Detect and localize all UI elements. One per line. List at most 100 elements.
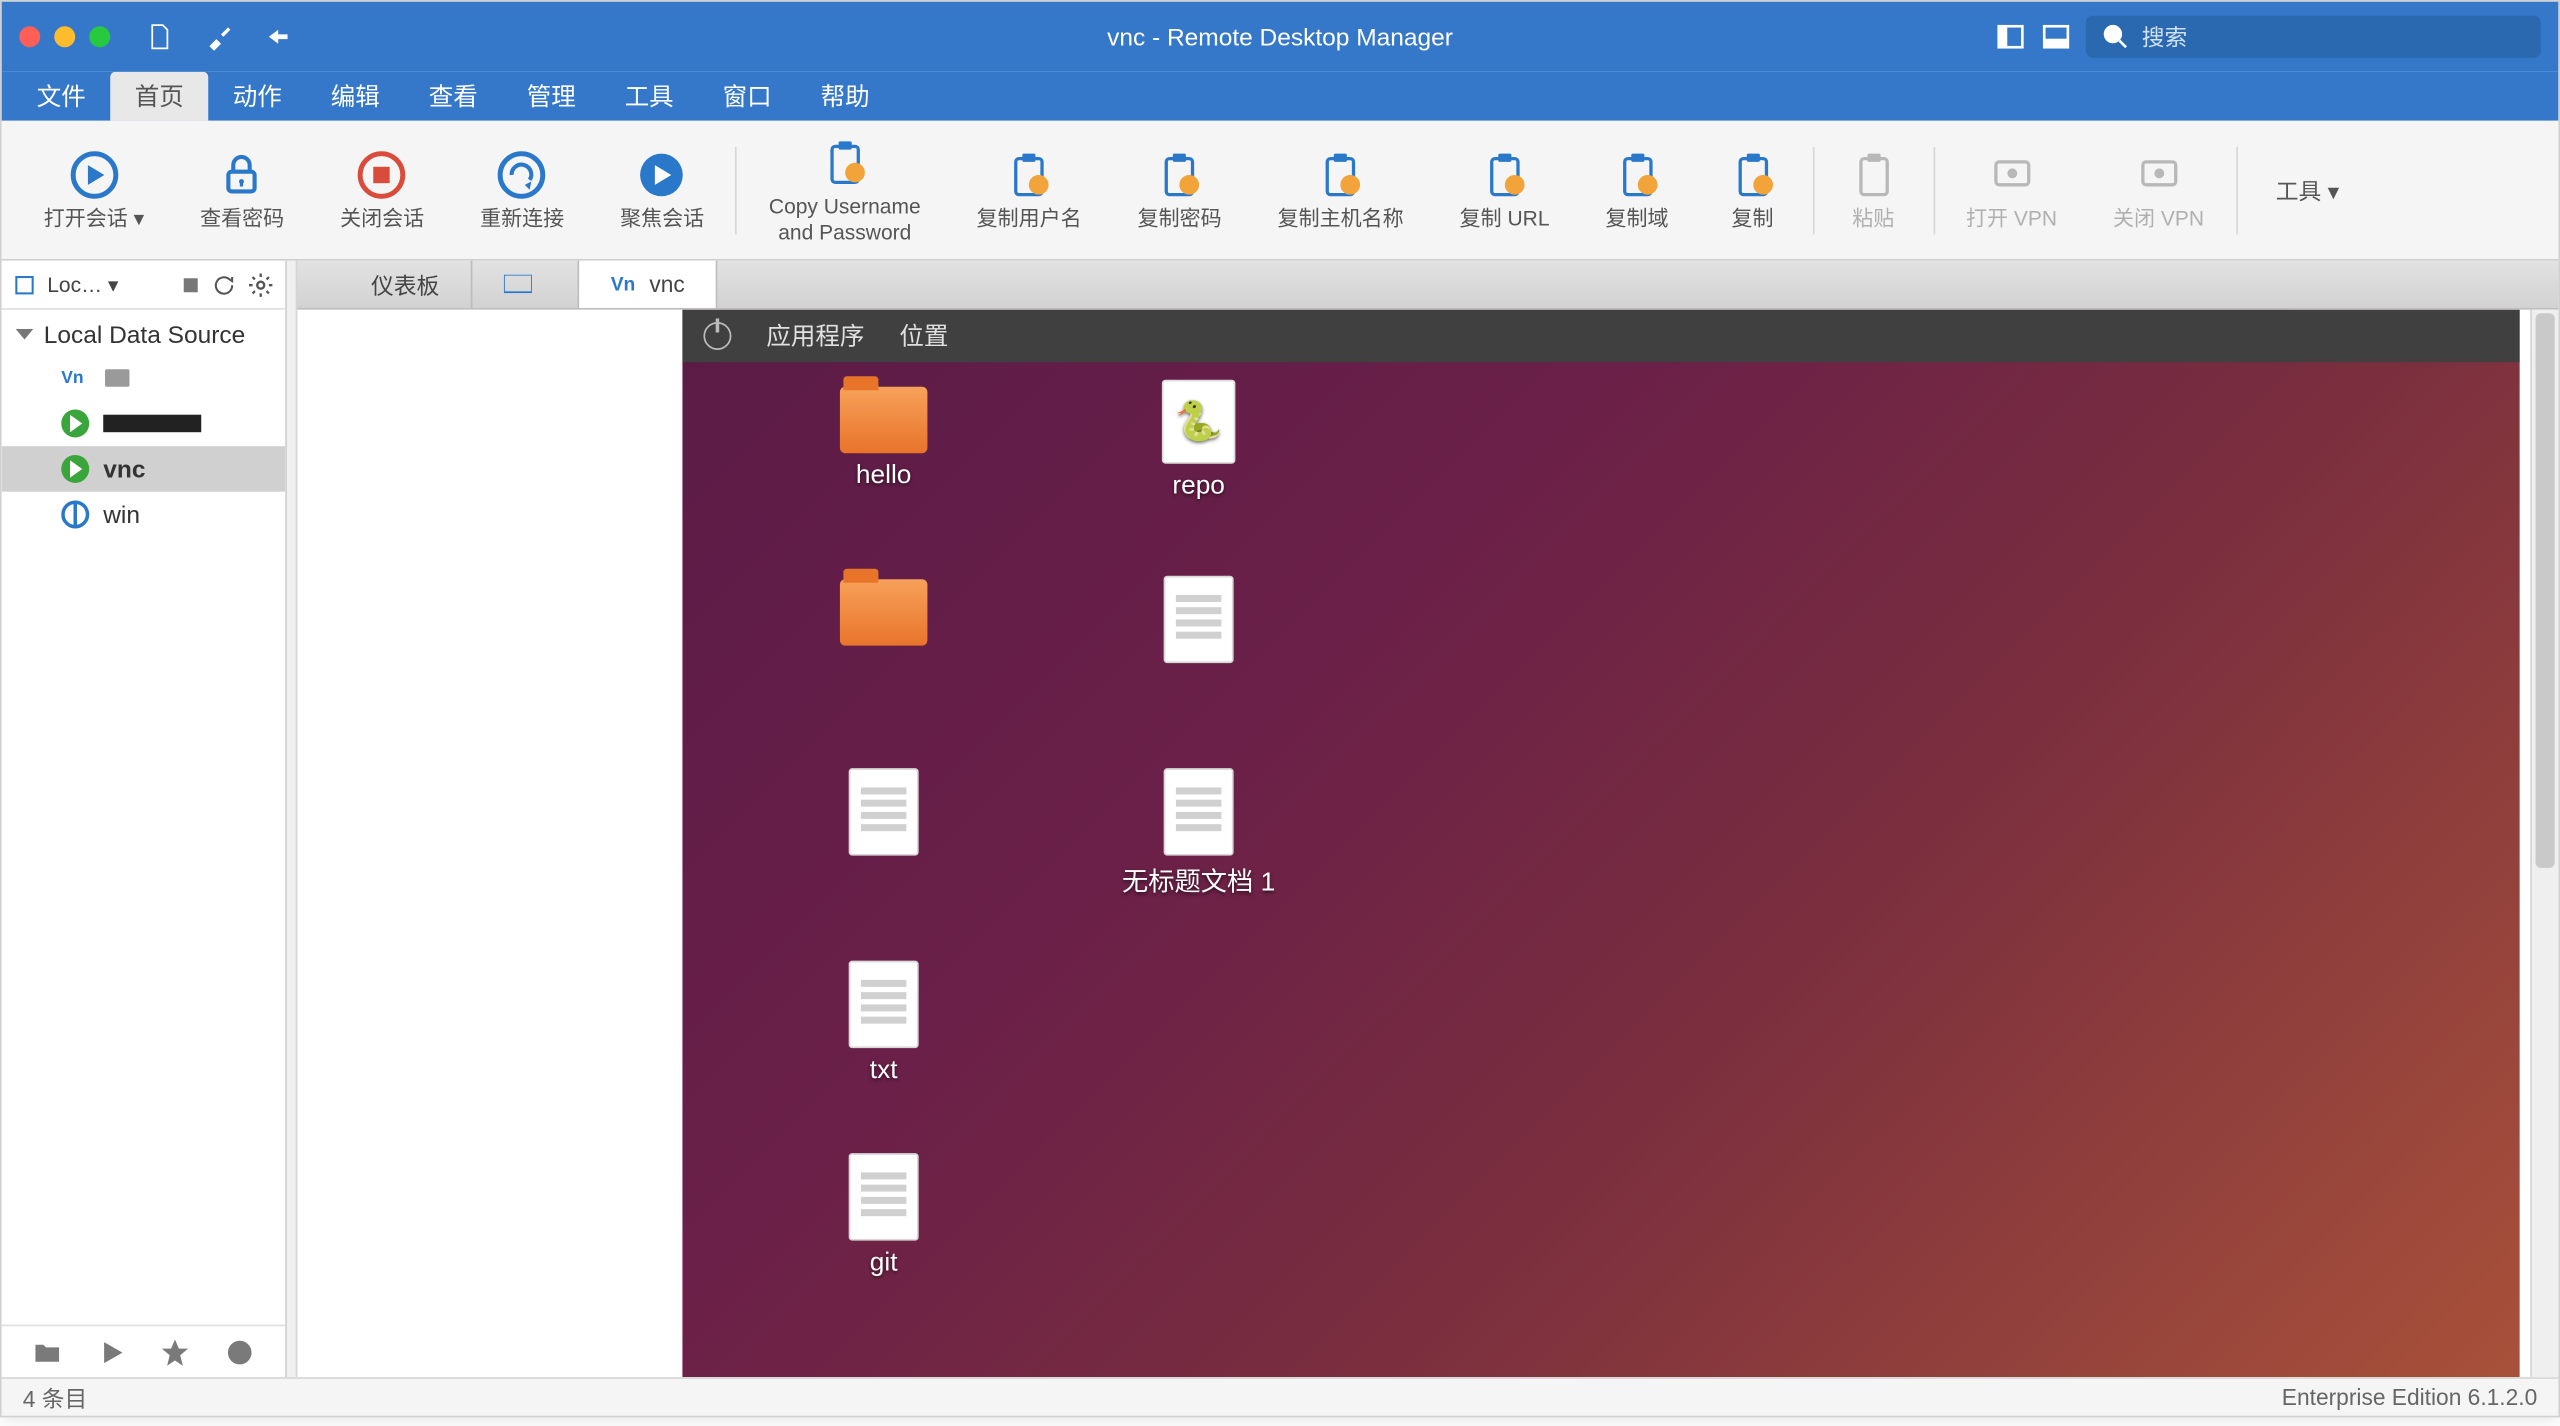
datasource-selector[interactable]: Loc… ▾ (47, 272, 169, 296)
remote-desktop-icon[interactable]: 无标题文档 1 (1050, 765, 1347, 957)
ribbon-label: 复制域 (1605, 207, 1668, 232)
ribbon-play-button[interactable]: 打开会话 ▾ (16, 121, 172, 259)
menu-5[interactable]: 管理 (502, 72, 600, 121)
tree-item[interactable]: Vn (2, 355, 285, 400)
ribbon-clip-button[interactable]: 复制 (1697, 121, 1809, 259)
ribbon-clip-user2-button[interactable]: 复制用户名 (949, 121, 1110, 259)
remote-desktop-icon[interactable]: hello (735, 380, 1032, 572)
vertical-scrollbar[interactable] (2530, 310, 2558, 1377)
remote-desktop-icons: hello🐍repo 无标题文档 1 txtgit (735, 380, 1347, 1342)
ribbon-label: 重新连接 (480, 207, 564, 232)
tree-group-root[interactable]: Local Data Source (2, 313, 285, 355)
remote-desktop-icon[interactable] (1050, 572, 1347, 764)
ribbon-reconnect-button[interactable]: 重新连接 (452, 121, 592, 259)
app-body: Loc… ▾ Local Data Source Vnvncwin (2, 261, 2559, 1377)
ribbon-clip-domain-button[interactable]: 复制域 (1577, 121, 1696, 259)
dash-icon (329, 274, 357, 295)
sidebar: Loc… ▾ Local Data Source Vn vnc win (2, 261, 287, 1377)
ribbon-clip-url-button[interactable]: 复制 URL (1432, 121, 1578, 259)
menu-1[interactable]: 首页 (110, 72, 208, 121)
tree-item[interactable]: win (2, 492, 285, 537)
window-title: vnc - Remote Desktop Manager (1107, 23, 1453, 51)
ribbon-label: 复制用户名 (977, 207, 1082, 232)
ribbon-separator (2236, 146, 2238, 233)
menu-2[interactable]: 动作 (208, 72, 306, 121)
maximize-window-button[interactable] (89, 26, 110, 47)
ribbon-lock-button[interactable]: 查看密码 (172, 121, 312, 259)
ribbon-stop-button[interactable]: 关闭会话 (312, 121, 452, 259)
remote-menu-apps[interactable]: 应用程序 (766, 318, 864, 353)
document-icon[interactable] (145, 23, 173, 51)
remote-desktop-icon[interactable] (735, 572, 1032, 764)
host-icon (504, 274, 532, 295)
remote-power-icon[interactable] (703, 322, 731, 350)
folder-open-icon[interactable] (32, 1336, 63, 1367)
ribbon-separator (1812, 146, 1814, 233)
toolbar-ribbon: 打开会话 ▾ 查看密码关闭会话重新连接 聚焦会话 Copy Username and … (2, 121, 2559, 261)
remote-desktop-icon[interactable] (735, 765, 1032, 957)
remote-desktop[interactable]: 应用程序 位置 hello🐍repo 无标题文档 1 txtgit (682, 310, 2519, 1377)
remote-gnome-topbar[interactable]: 应用程序 位置 (682, 310, 2519, 362)
remote-desktop-icon[interactable]: txt (735, 957, 1032, 1149)
remote-desktop-icon[interactable]: git (735, 1150, 1032, 1342)
play-icon (66, 148, 122, 204)
remote-session-viewport[interactable]: 应用程序 位置 hello🐍repo 无标题文档 1 txtgit (297, 310, 2519, 1377)
remote-menu-places[interactable]: 位置 (899, 318, 948, 353)
ribbon-focus-button[interactable]: 聚焦会话 (592, 121, 732, 259)
panel-bottom-icon[interactable] (2040, 21, 2071, 52)
resize-handle[interactable] (287, 261, 297, 1377)
tree-item-label: win (103, 500, 140, 528)
ribbon-clip-lock-button[interactable]: 复制密码 (1110, 121, 1250, 259)
play-icon (61, 409, 89, 437)
titlebar-quick-icons (145, 23, 292, 51)
refresh-icon[interactable] (212, 272, 236, 296)
sidebar-footer (2, 1325, 285, 1377)
reconnect-icon (494, 148, 550, 204)
ribbon-label: 打开会话 ▾ (44, 207, 144, 232)
ribbon-paste-button: 粘贴 (1817, 121, 1929, 259)
play-small-icon[interactable] (96, 1336, 127, 1367)
menubar: 文件首页动作编辑查看管理工具窗口帮助 (2, 72, 2559, 121)
vpn-close-icon (2130, 148, 2186, 204)
file-icon (849, 1153, 919, 1240)
ribbon-tools-dropdown[interactable]: 工具 ▾ (2241, 173, 2374, 206)
tree-item[interactable] (2, 401, 285, 446)
search-icon (2100, 21, 2131, 52)
ribbon-label: 复制密码 (1138, 207, 1222, 232)
gear-icon[interactable] (247, 270, 275, 298)
menu-4[interactable]: 查看 (404, 72, 502, 121)
ribbon-clip-user-button[interactable]: Copy Username and Password (741, 121, 949, 259)
menu-8[interactable]: 帮助 (796, 72, 894, 121)
menu-7[interactable]: 窗口 (698, 72, 796, 121)
menu-0[interactable]: 文件 (12, 72, 110, 121)
menu-6[interactable]: 工具 (600, 72, 698, 121)
tab-1[interactable] (472, 261, 579, 308)
app-window: vnc - Remote Desktop Manager 文件首页动作编辑查看管… (0, 0, 2560, 1417)
expand-panel-icon[interactable] (180, 274, 201, 295)
remote-icon-label: 无标题文档 1 (1122, 863, 1275, 900)
disclosure-triangle-icon[interactable] (16, 329, 33, 339)
menu-3[interactable]: 编辑 (306, 72, 404, 121)
search-box[interactable] (2086, 16, 2541, 58)
remote-desktop-icon[interactable]: 🐍repo (1050, 380, 1347, 572)
folder-icon (840, 579, 927, 645)
undo-icon[interactable] (264, 23, 292, 51)
brush-icon[interactable] (205, 23, 233, 51)
tree-item[interactable]: vnc (2, 446, 285, 491)
scrollbar-thumb[interactable] (2536, 313, 2555, 868)
ribbon-clip-host-button[interactable]: 复制主机名称 (1250, 121, 1432, 259)
tab-仪表板[interactable]: 仪表板 (297, 261, 472, 308)
star-icon[interactable] (160, 1336, 191, 1367)
ribbon-label: 关闭 VPN (2113, 207, 2204, 232)
remote-icon-label: repo (1172, 471, 1225, 501)
tab-vnc[interactable]: Vnvnc (579, 261, 718, 308)
panel-left-icon[interactable] (1995, 21, 2026, 52)
ribbon-label: 聚焦会话 (620, 207, 704, 232)
search-input[interactable] (2142, 24, 2527, 50)
history-icon[interactable] (224, 1336, 255, 1367)
minimize-window-button[interactable] (54, 26, 75, 47)
close-window-button[interactable] (19, 26, 40, 47)
ribbon-vpn-close-button: 关闭 VPN (2085, 121, 2232, 259)
main-area: 仪表板 Vnvnc 应用程序 位置 hello🐍repo 无标题文档 1 txtgit (297, 261, 2558, 1377)
play-icon (61, 455, 89, 483)
